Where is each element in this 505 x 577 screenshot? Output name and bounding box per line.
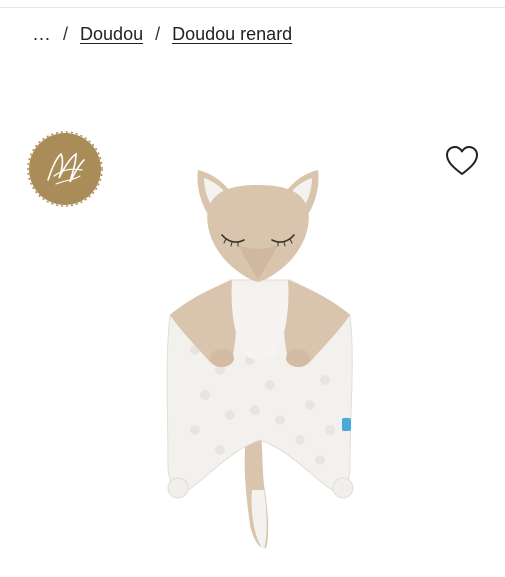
header-divider — [0, 7, 505, 8]
brand-monogram-icon — [26, 130, 104, 208]
breadcrumb: ... / Doudou / Doudou renard — [33, 24, 292, 45]
breadcrumb-link-doudou-renard[interactable]: Doudou renard — [172, 24, 292, 45]
wishlist-button[interactable] — [444, 144, 480, 178]
breadcrumb-link-doudou[interactable]: Doudou — [80, 24, 143, 45]
breadcrumb-separator: / — [155, 24, 161, 44]
fox-comforter-image — [150, 130, 370, 560]
product-page: ... / Doudou / Doudou renard — [0, 0, 505, 577]
heart-icon — [446, 146, 478, 175]
breadcrumb-ellipsis[interactable]: ... — [33, 24, 51, 45]
breadcrumb-separator: / — [63, 24, 69, 44]
